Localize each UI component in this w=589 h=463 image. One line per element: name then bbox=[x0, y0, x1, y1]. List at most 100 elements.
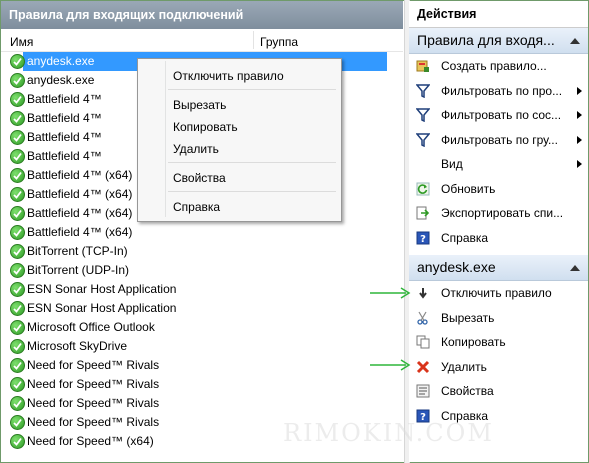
rule-name: Need for Speed™ (x64) bbox=[27, 434, 154, 448]
enabled-check-icon bbox=[10, 149, 25, 164]
column-group-header[interactable]: Группа bbox=[260, 35, 298, 49]
action-new-rule[interactable]: Создать правило... bbox=[409, 54, 588, 79]
menu-item-cut[interactable]: Вырезать bbox=[173, 98, 226, 112]
rule-name: Need for Speed™ Rivals bbox=[27, 377, 160, 391]
enabled-check-icon bbox=[10, 301, 25, 316]
rule-name: Battlefield 4™ bbox=[27, 130, 102, 144]
table-row[interactable]: Microsoft Office Outlook bbox=[1, 318, 403, 337]
submenu-arrow-icon bbox=[577, 111, 582, 119]
section-selected-item[interactable]: anydesk.exe bbox=[409, 255, 588, 281]
enabled-check-icon bbox=[10, 263, 25, 278]
delete-icon bbox=[416, 360, 430, 373]
action-filter-profile-label: Фильтровать по про... bbox=[441, 83, 563, 98]
table-row[interactable]: Need for Speed™ Rivals bbox=[1, 375, 403, 394]
table-row[interactable]: ESN Sonar Host Application bbox=[1, 299, 403, 318]
actions-title: Действия bbox=[409, 1, 588, 28]
column-header: Имя Группа bbox=[1, 29, 403, 52]
rule-name: Microsoft SkyDrive bbox=[27, 339, 128, 353]
rule-name: Battlefield 4™ (x64) bbox=[27, 206, 133, 220]
properties-icon bbox=[416, 384, 430, 398]
disable-rule-icon bbox=[419, 288, 427, 299]
enabled-check-icon bbox=[10, 320, 25, 335]
action-disable-rule-label: Отключить правило bbox=[441, 286, 552, 300]
action-filter-state[interactable]: Фильтровать по сос... bbox=[409, 103, 588, 128]
action-disable-rule[interactable]: Отключить правило bbox=[409, 281, 588, 306]
enabled-check-icon bbox=[10, 168, 25, 183]
rule-name: Battlefield 4™ bbox=[27, 149, 102, 163]
scissors-icon bbox=[417, 311, 428, 325]
table-row[interactable]: Need for Speed™ Rivals bbox=[1, 356, 403, 375]
enabled-check-icon bbox=[10, 225, 25, 240]
action-help-label: Справка bbox=[441, 230, 489, 245]
rule-name: Battlefield 4™ (x64) bbox=[27, 187, 133, 201]
enabled-check-icon bbox=[10, 244, 25, 259]
action-refresh-label: Обновить bbox=[441, 181, 496, 196]
menu-separator bbox=[168, 191, 336, 192]
action-export-label: Экспортировать спи... bbox=[441, 206, 564, 220]
action-export[interactable]: Экспортировать спи... bbox=[409, 201, 588, 226]
action-filter-state-label: Фильтровать по сос... bbox=[441, 108, 562, 122]
collapse-icon[interactable] bbox=[570, 38, 580, 44]
action-cut[interactable]: Вырезать bbox=[409, 306, 588, 331]
enabled-check-icon bbox=[10, 111, 25, 126]
menu-item-help[interactable]: Справка bbox=[173, 200, 220, 214]
action-delete[interactable]: Удалить bbox=[409, 355, 588, 380]
column-name-header[interactable]: Имя bbox=[10, 35, 33, 49]
rule-name: ESN Sonar Host Application bbox=[27, 301, 177, 315]
annotation-arrow-disable bbox=[370, 287, 411, 299]
action-properties-label: Свойства bbox=[441, 384, 494, 398]
action-filter-group[interactable]: Фильтровать по гру... bbox=[409, 128, 588, 153]
column-divider[interactable] bbox=[253, 31, 254, 49]
action-copy[interactable]: Копировать bbox=[409, 330, 588, 355]
rule-name: Need for Speed™ Rivals bbox=[27, 415, 160, 429]
table-row[interactable]: BitTorrent (TCP-In) bbox=[1, 242, 403, 261]
menu-separator bbox=[168, 162, 336, 163]
rule-name: Microsoft Office Outlook bbox=[27, 320, 155, 334]
enabled-check-icon bbox=[10, 396, 25, 411]
table-row[interactable]: BitTorrent (UDP-In) bbox=[1, 261, 403, 280]
section-inbound-rules[interactable]: Правила для входя... bbox=[409, 28, 588, 54]
action-cut-label: Вырезать bbox=[441, 310, 495, 325]
enabled-check-icon bbox=[10, 92, 25, 107]
table-row[interactable]: ESN Sonar Host Application bbox=[1, 280, 403, 299]
enabled-check-icon bbox=[10, 73, 25, 88]
submenu-arrow-icon bbox=[577, 86, 582, 95]
menu-item-disable-rule[interactable]: Отключить правило bbox=[173, 69, 284, 83]
action-help[interactable]: ? Справка bbox=[409, 226, 588, 251]
menu-item-copy[interactable]: Копировать bbox=[173, 120, 238, 134]
action-refresh[interactable]: Обновить bbox=[409, 177, 588, 202]
rule-name: Need for Speed™ Rivals bbox=[27, 358, 160, 372]
enabled-check-icon bbox=[10, 282, 25, 297]
rule-name: ESN Sonar Host Application bbox=[27, 282, 177, 296]
table-row[interactable]: Microsoft SkyDrive bbox=[1, 337, 403, 356]
export-icon bbox=[416, 206, 430, 220]
filter-icon bbox=[416, 83, 430, 98]
filter-icon bbox=[416, 132, 430, 147]
copy-icon bbox=[416, 335, 430, 349]
menu-item-properties[interactable]: Свойства bbox=[173, 171, 226, 185]
menu-gutter bbox=[165, 61, 166, 217]
enabled-check-icon bbox=[10, 54, 25, 69]
section-inbound-rules-label: Правила для входя... bbox=[417, 32, 555, 48]
menu-item-delete[interactable]: Удалить bbox=[173, 142, 219, 156]
collapse-icon[interactable] bbox=[570, 265, 580, 271]
submenu-arrow-icon bbox=[577, 135, 582, 144]
actions-panel: Действия Правила для входя... Создать пр… bbox=[409, 1, 588, 462]
rule-name: Battlefield 4™ bbox=[27, 92, 102, 106]
rule-name: Need for Speed™ Rivals bbox=[27, 396, 160, 410]
enabled-check-icon bbox=[10, 358, 25, 373]
filter-icon bbox=[416, 108, 430, 122]
action-filter-profile[interactable]: Фильтровать по про... bbox=[409, 79, 588, 104]
rule-name: Battlefield 4™ (x64) bbox=[27, 225, 133, 239]
refresh-icon bbox=[416, 182, 430, 195]
table-row[interactable]: Battlefield 4™ (x64) bbox=[1, 223, 403, 242]
help-icon: ? bbox=[416, 231, 430, 245]
table-row[interactable]: Need for Speed™ Rivals bbox=[1, 394, 403, 413]
action-new-rule-label: Создать правило... bbox=[441, 59, 547, 73]
action-properties[interactable]: Свойства bbox=[409, 379, 588, 404]
svg-text:?: ? bbox=[420, 234, 426, 245]
rules-panel-title: Правила для входящих подключений bbox=[1, 1, 403, 29]
rule-name: BitTorrent (UDP-In) bbox=[27, 263, 130, 277]
action-view[interactable]: Вид bbox=[409, 152, 588, 177]
action-copy-label: Копировать bbox=[441, 335, 506, 349]
